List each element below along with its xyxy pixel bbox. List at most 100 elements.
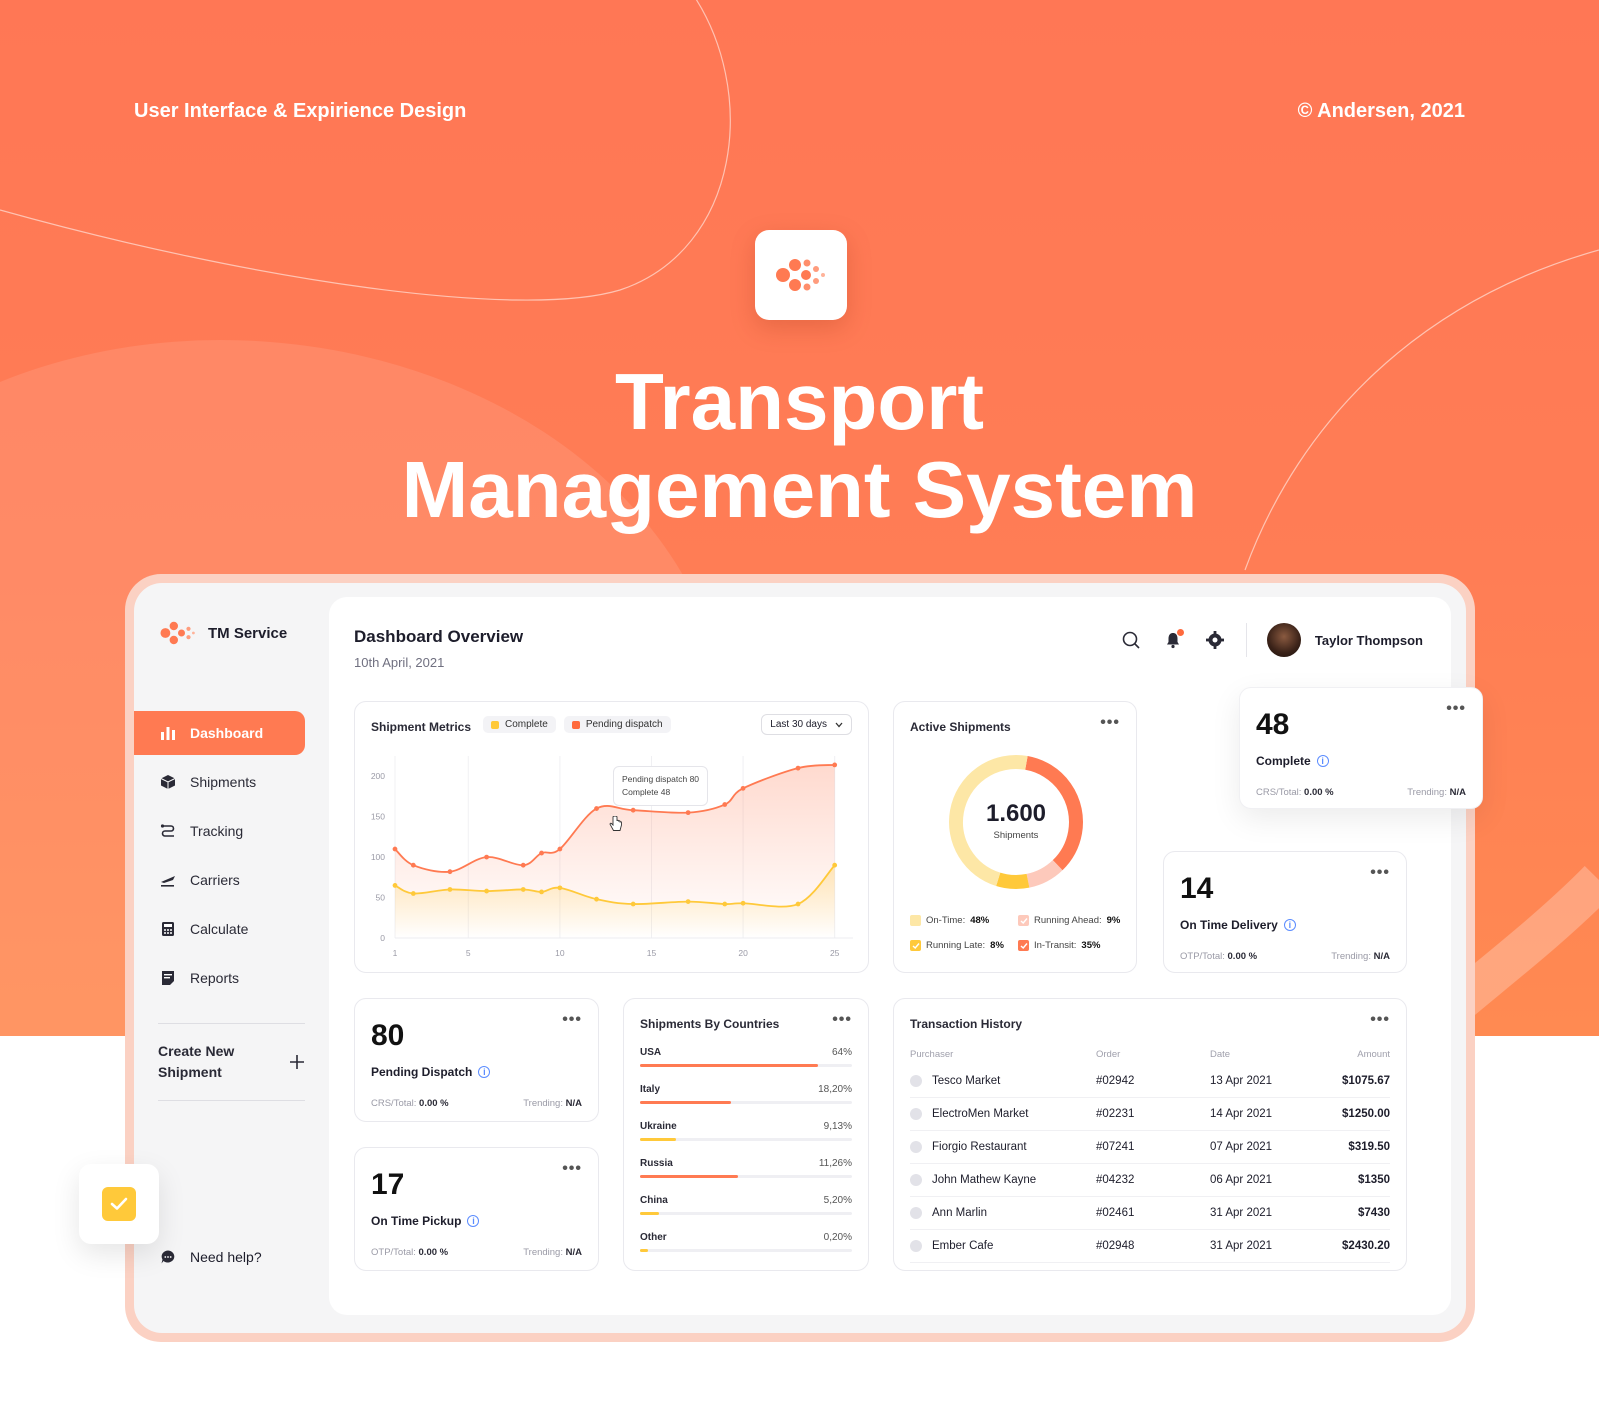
notification-dot xyxy=(1176,629,1184,636)
legend-pending[interactable]: Pending dispatch xyxy=(563,716,671,733)
legend-complete[interactable]: Complete xyxy=(483,716,556,733)
country-bar-track xyxy=(640,1138,852,1141)
sidebar-item-shipments[interactable]: Shipments xyxy=(134,760,305,804)
legend-running-late: Running Late: 8% xyxy=(910,940,1018,951)
column-header[interactable]: Amount xyxy=(1318,1049,1390,1060)
topbar-divider xyxy=(1245,623,1247,657)
x-tick-label: 15 xyxy=(647,948,657,958)
country-name: Italy xyxy=(640,1084,661,1095)
page-date: 10th April, 2021 xyxy=(354,655,445,670)
country-bar-fill xyxy=(640,1101,732,1104)
gear-icon xyxy=(1205,631,1224,649)
info-icon[interactable]: i xyxy=(1283,919,1296,931)
series-point xyxy=(630,807,636,813)
sidebar-item-label: Calculate xyxy=(190,921,249,937)
kpi-label-text: On Time Pickup xyxy=(371,1214,462,1228)
series-point xyxy=(539,850,544,856)
on-time-pickup-card: 17 ••• On Time Pickup i OTP/Total: 0.00 %… xyxy=(354,1147,599,1271)
checkbox-tile[interactable] xyxy=(79,1164,159,1244)
country-bar-fill xyxy=(640,1064,819,1067)
purchaser-name: Ann Marlin xyxy=(932,1207,987,1219)
check-icon xyxy=(1018,940,1029,951)
dashboard-frame: TM Service Dashboard Shipments Tracking xyxy=(125,574,1483,1342)
column-header[interactable]: Purchaser xyxy=(910,1049,1096,1060)
country-bar-track xyxy=(640,1064,852,1067)
table-row[interactable]: John Mathew Kayne #04232 06 Apr 2021 $1350 xyxy=(910,1164,1390,1197)
column-header[interactable]: Order xyxy=(1096,1049,1210,1060)
kpi-footer: CRS/Total: 0.00 % Trending: N/A xyxy=(1256,787,1466,798)
series-point xyxy=(410,862,416,868)
purchaser-avatar xyxy=(910,1207,922,1219)
check-icon xyxy=(910,940,921,951)
legend-label: Complete xyxy=(505,719,548,730)
kpi-value: 17 xyxy=(371,1168,405,1201)
table-row[interactable]: Ember Cafe #02948 31 Apr 2021 $2430.20 xyxy=(910,1230,1390,1263)
more-options-button[interactable]: ••• xyxy=(562,1160,582,1178)
legend-on-time: On-Time: 48% xyxy=(910,915,1018,926)
create-shipment-line2: Shipment xyxy=(158,1064,222,1080)
purchaser-cell: Tesco Market xyxy=(910,1075,1096,1087)
country-percent: 11,26% xyxy=(818,1158,852,1169)
brand[interactable]: TM Service xyxy=(158,619,287,647)
date-cell: 13 Apr 2021 xyxy=(1210,1075,1273,1087)
info-icon[interactable]: i xyxy=(1316,755,1329,767)
date-cell: 31 Apr 2021 xyxy=(1210,1240,1273,1252)
checkbox-checked[interactable] xyxy=(102,1187,136,1221)
search-button[interactable] xyxy=(1120,629,1142,651)
legend-label: In-Transit: xyxy=(1034,940,1077,951)
country-percent: 18,20% xyxy=(818,1084,852,1095)
more-options-button[interactable]: ••• xyxy=(1370,1011,1390,1029)
kpi-label-text: On Time Delivery xyxy=(1180,918,1278,932)
kpi-foot-left-label: CRS/Total: xyxy=(1256,787,1302,798)
avatar xyxy=(1266,623,1301,657)
purchaser-cell: ElectroMen Market xyxy=(910,1108,1096,1120)
series-point xyxy=(685,899,691,904)
column-header[interactable]: Date xyxy=(1210,1049,1318,1060)
date-cell: 14 Apr 2021 xyxy=(1210,1108,1273,1120)
legend-in-transit: In-Transit: 35% xyxy=(1018,940,1126,951)
table-row[interactable]: ElectroMen Market #02231 14 Apr 2021 $1250.… xyxy=(910,1098,1390,1131)
sidebar-item-reports[interactable]: Reports xyxy=(134,956,305,1000)
purchaser-avatar xyxy=(910,1108,922,1120)
sidebar-item-dashboard[interactable]: Dashboard xyxy=(134,711,305,755)
date-cell: 07 Apr 2021 xyxy=(1210,1141,1273,1153)
kpi-foot-right-label: Trending: xyxy=(1407,787,1447,798)
info-icon[interactable]: i xyxy=(467,1215,480,1227)
series-point xyxy=(520,887,526,892)
purchaser-name: Tesco Market xyxy=(932,1075,1001,1087)
purchaser-name: John Mathew Kayne xyxy=(932,1174,1037,1186)
more-options-button[interactable]: ••• xyxy=(832,1011,852,1029)
notifications-button[interactable] xyxy=(1162,629,1184,651)
pending-dispatch-card: 80 ••• Pending Dispatch i CRS/Total: 0.00… xyxy=(354,998,599,1122)
country-row: USA 64% xyxy=(640,1047,852,1067)
order-cell: #04232 xyxy=(1096,1174,1135,1186)
more-options-button[interactable]: ••• xyxy=(1100,714,1120,732)
table-row[interactable]: Ann Marlin #02461 31 Apr 2021 $7430 xyxy=(910,1197,1390,1230)
date-range-select[interactable]: Last 30 days xyxy=(761,714,852,735)
purchaser-cell: John Mathew Kayne xyxy=(910,1174,1096,1186)
info-icon[interactable]: i xyxy=(478,1066,491,1078)
series-point xyxy=(557,846,563,852)
sidebar-item-calculate[interactable]: Calculate xyxy=(134,907,305,951)
create-shipment-line1: Create New xyxy=(158,1043,235,1059)
date-range-value: Last 30 days xyxy=(770,719,827,730)
active-shipments-card: Active Shipments ••• 1.600 Shipments On-… xyxy=(893,701,1137,973)
country-bar-fill xyxy=(640,1212,660,1215)
more-options-button[interactable]: ••• xyxy=(1446,700,1466,718)
table-row[interactable]: Tesco Market #02942 13 Apr 2021 $1075.67 xyxy=(910,1065,1390,1098)
kpi-foot-left-value: 0.00 % xyxy=(1304,787,1334,798)
need-help-link[interactable]: Need help? xyxy=(160,1249,262,1265)
sidebar-item-tracking[interactable]: Tracking xyxy=(134,809,305,853)
country-bar-track xyxy=(640,1249,852,1252)
more-options-button[interactable]: ••• xyxy=(562,1011,582,1029)
more-options-button[interactable]: ••• xyxy=(1370,864,1390,882)
create-shipment-button[interactable]: Create New Shipment xyxy=(158,1023,305,1101)
sidebar-item-carriers[interactable]: Carriers xyxy=(134,858,305,902)
amount-cell: $1250.00 xyxy=(1342,1108,1390,1120)
series-point xyxy=(630,901,636,907)
user-menu[interactable]: Taylor Thompson xyxy=(1266,623,1423,657)
logo-dots-icon xyxy=(776,259,825,291)
settings-button[interactable] xyxy=(1204,629,1226,651)
series-point xyxy=(447,869,453,875)
table-row[interactable]: Fiorgio Restaurant #07241 07 Apr 2021 $319.… xyxy=(910,1131,1390,1164)
